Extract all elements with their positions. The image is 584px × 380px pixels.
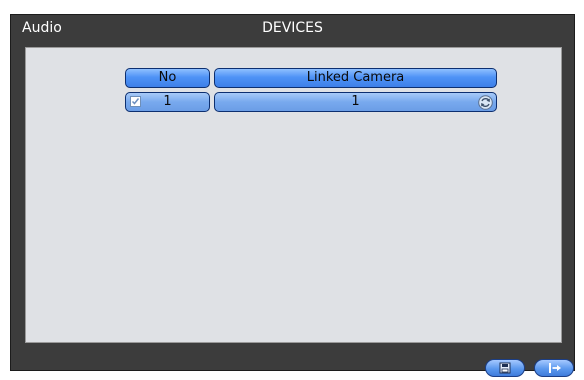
exit-button[interactable]: [534, 359, 574, 377]
row-no-value: 1: [163, 94, 172, 109]
checkbox-checked-icon[interactable]: [130, 96, 141, 107]
refresh-cycle-icon[interactable]: [478, 95, 493, 110]
exit-arrow-icon: [549, 363, 561, 373]
linked-camera-cell[interactable]: 1: [214, 92, 497, 112]
window-title: DEVICES: [262, 20, 323, 36]
column-header-no: No: [125, 68, 210, 88]
devices-window: Audio DEVICES No Linked Camera 1 1: [10, 14, 575, 377]
save-disk-icon: [499, 362, 511, 374]
devices-panel: No Linked Camera 1 1: [25, 47, 562, 343]
linked-camera-value: 1: [351, 94, 360, 109]
row-no-cell[interactable]: 1: [125, 92, 210, 112]
column-header-linked-camera: Linked Camera: [214, 68, 497, 88]
save-button[interactable]: [485, 359, 525, 377]
